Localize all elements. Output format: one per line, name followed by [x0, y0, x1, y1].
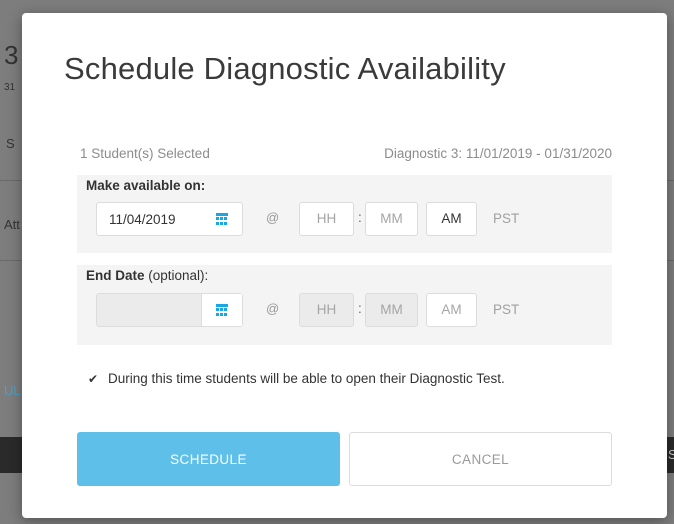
available-hour-input[interactable]: HH — [299, 202, 354, 236]
background-fragment: S — [6, 136, 15, 151]
schedule-button[interactable]: SCHEDULE — [77, 432, 340, 486]
calendar-button[interactable] — [201, 294, 242, 326]
background-fragment: 3 — [4, 40, 19, 70]
checkmark-icon: ✔ — [88, 372, 99, 386]
diagnostic-date-range: Diagnostic 3: 11/01/2019 - 01/31/2020 — [384, 146, 612, 161]
background-fragment: Att — [4, 217, 20, 232]
schedule-modal: Schedule Diagnostic Availability 1 Stude… — [22, 13, 667, 518]
available-date-value: 11/04/2019 — [109, 212, 176, 227]
time-separator: : — [358, 210, 362, 225]
students-selected-count: 1 Student(s) Selected — [80, 146, 210, 161]
at-symbol: @ — [266, 210, 280, 225]
end-date-section: End Date (optional): @ HH : MM AM PST — [77, 265, 612, 345]
end-date-label: End Date (optional): — [86, 268, 209, 283]
cancel-button[interactable]: CANCEL — [349, 432, 612, 486]
end-minute-input[interactable]: MM — [365, 293, 418, 327]
end-timezone: PST — [493, 302, 520, 317]
available-minute-input[interactable]: MM — [365, 202, 418, 236]
available-on-label: Make available on: — [86, 178, 206, 193]
end-hour-input[interactable]: HH — [299, 293, 354, 327]
available-timezone: PST — [493, 211, 520, 226]
availability-note-text: During this time students will be able t… — [108, 371, 505, 386]
end-ampm-toggle[interactable]: AM — [426, 293, 477, 327]
background-fragment: 31 — [4, 82, 16, 93]
modal-title: Schedule Diagnostic Availability — [64, 51, 506, 86]
background-fragment: UL — [4, 383, 21, 398]
end-date-input[interactable] — [96, 293, 243, 327]
calendar-icon — [216, 213, 228, 225]
at-symbol: @ — [266, 301, 280, 316]
calendar-icon — [216, 304, 228, 316]
calendar-button[interactable] — [202, 203, 242, 235]
available-on-section: Make available on: 11/04/2019 @ HH : MM … — [77, 175, 612, 253]
available-date-input[interactable]: 11/04/2019 — [96, 202, 243, 236]
time-separator: : — [358, 301, 362, 316]
background-fragment: S — [668, 447, 674, 462]
available-ampm-toggle[interactable]: AM — [426, 202, 477, 236]
availability-note: ✔ During this time students will be able … — [88, 371, 505, 386]
